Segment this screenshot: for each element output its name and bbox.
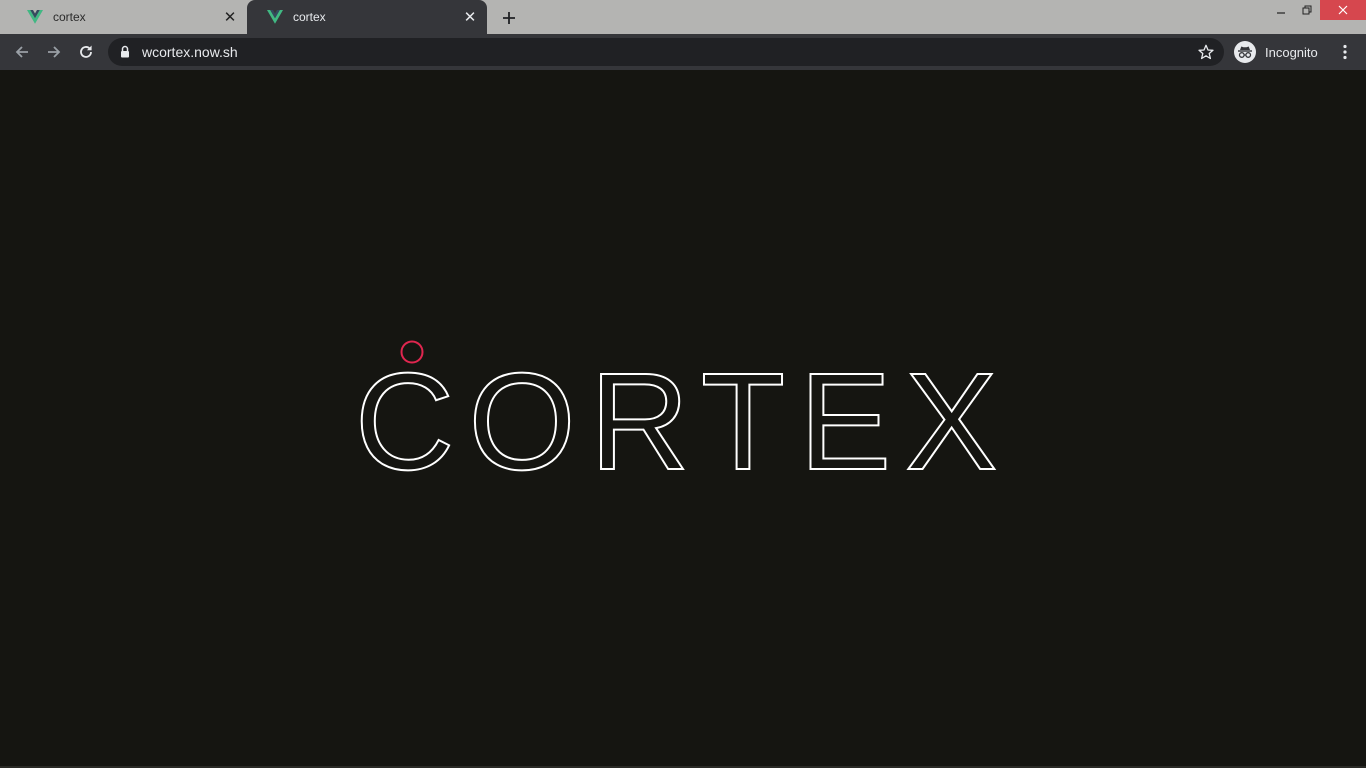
close-window-button[interactable] [1320, 0, 1366, 20]
forward-button[interactable] [41, 39, 67, 65]
vue-logo-icon [27, 10, 43, 24]
page-content: CORTEX [0, 70, 1366, 768]
incognito-profile-button[interactable]: Incognito [1234, 40, 1318, 64]
minimize-icon [1277, 12, 1285, 14]
vue-logo-icon [267, 10, 283, 24]
tab-cortex-2[interactable]: cortex ✕ [247, 0, 487, 34]
tab-title: cortex [293, 10, 326, 24]
lock-icon [121, 45, 129, 58]
window-controls [1268, 0, 1366, 20]
close-icon[interactable]: ✕ [461, 8, 479, 26]
kebab-menu-icon [1343, 44, 1347, 60]
minimize-button[interactable] [1268, 0, 1294, 20]
tab-title: cortex [53, 10, 86, 24]
cortex-logo-text: CORTEX [355, 345, 1012, 499]
profile-label: Incognito [1265, 44, 1318, 60]
plus-icon [503, 12, 515, 24]
star-icon[interactable] [1198, 44, 1214, 60]
browser-toolbar: wcortex.now.sh Incognito [0, 34, 1366, 70]
reload-button[interactable] [73, 39, 99, 65]
url-text: wcortex.now.sh [142, 44, 238, 60]
close-icon[interactable]: ✕ [221, 8, 239, 26]
browser-menu-button[interactable] [1334, 39, 1356, 65]
incognito-icon [1234, 41, 1256, 63]
title-bar: cortex ✕ cortex ✕ [0, 0, 1366, 34]
tab-cortex-1[interactable]: cortex ✕ [7, 0, 247, 34]
back-button[interactable] [9, 39, 35, 65]
close-icon [1338, 5, 1348, 15]
new-tab-button[interactable] [498, 7, 520, 29]
address-bar[interactable]: wcortex.now.sh [108, 38, 1224, 66]
restore-button[interactable] [1294, 0, 1320, 20]
arrow-left-icon [15, 46, 28, 58]
cortex-logo: CORTEX [354, 340, 1012, 500]
arrow-right-icon [48, 46, 61, 58]
reload-icon [80, 45, 92, 58]
restore-icon [1302, 5, 1312, 15]
